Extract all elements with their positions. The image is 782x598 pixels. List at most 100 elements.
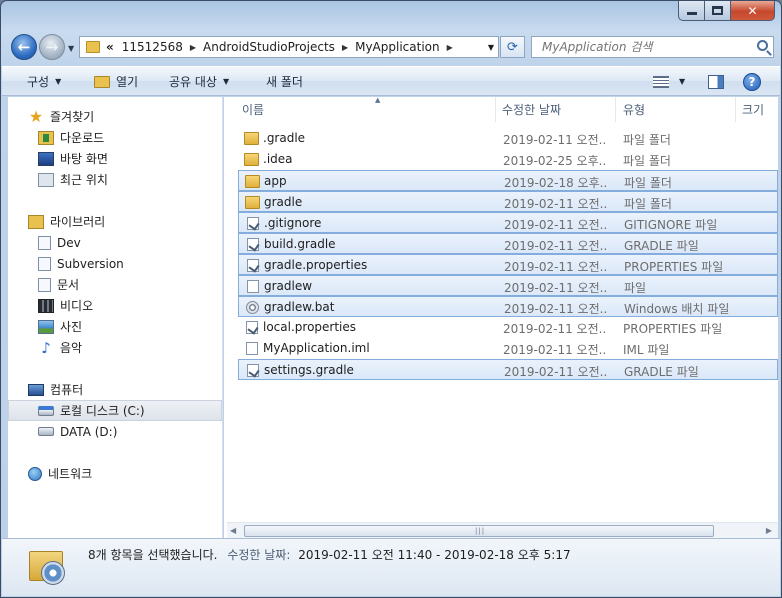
new-folder-button[interactable]: 새 폴더 bbox=[266, 67, 303, 96]
address-bar[interactable]: « 11512568 ▶ AndroidStudioProjects ▶ MyA… bbox=[79, 36, 499, 58]
file-type: 파일 폴더 bbox=[624, 197, 672, 211]
sort-ascending-icon: ▲ bbox=[375, 96, 381, 104]
column-header-date[interactable]: 수정한 날짜 bbox=[496, 97, 616, 122]
nav-label: 라이브러리 bbox=[50, 215, 106, 229]
file-list: 이름 ▲ 수정한 날짜 유형 크기 .gradle 2019-02-11 오전..… bbox=[224, 96, 778, 538]
nav-recent-places[interactable]: 최근 위치 bbox=[38, 169, 252, 190]
file-row[interactable]: build.gradle 2019-02-11 오전... GRADLE 파일 bbox=[238, 233, 778, 254]
nav-downloads[interactable]: 다운로드 bbox=[38, 127, 252, 148]
nav-favorites[interactable]: ★ 즐겨찾기 bbox=[28, 106, 242, 127]
chevron-down-icon: ▼ bbox=[222, 77, 230, 86]
search-icon[interactable] bbox=[757, 40, 768, 51]
file-date: 2019-02-11 오전... bbox=[503, 133, 607, 147]
breadcrumb-item[interactable]: MyApplication bbox=[351, 40, 444, 54]
search-box[interactable] bbox=[531, 36, 774, 58]
address-dropdown-icon[interactable]: ▼ bbox=[488, 43, 494, 52]
column-header-size[interactable]: 크기 bbox=[736, 97, 778, 122]
file-date: 2019-02-11 오전... bbox=[504, 218, 608, 232]
multiple-items-icon bbox=[27, 545, 71, 589]
forward-arrow-icon: → bbox=[45, 38, 59, 56]
scroll-left-icon[interactable]: ◀ bbox=[230, 526, 236, 535]
minimize-button[interactable] bbox=[678, 1, 705, 21]
nav-libraries[interactable]: 라이브러리 bbox=[28, 211, 242, 232]
file-row[interactable]: gradlew 2019-02-11 오전... 파일 bbox=[238, 275, 778, 296]
file-row[interactable]: local.properties 2019-02-11 오전... PROPERTI… bbox=[238, 317, 778, 338]
gradle-icon bbox=[247, 259, 259, 272]
nav-documents[interactable]: 문서 bbox=[38, 274, 252, 295]
file-row[interactable]: settings.gradle 2019-02-11 오전... GRADLE 파일 bbox=[238, 359, 778, 380]
library-icon bbox=[38, 256, 51, 271]
open-button[interactable]: 열기 bbox=[94, 67, 138, 96]
nav-data-disk-d[interactable]: DATA (D:) bbox=[38, 421, 252, 442]
file-type: 파일 폴더 bbox=[624, 176, 672, 190]
nav-dev[interactable]: Dev bbox=[38, 232, 252, 253]
forward-button[interactable]: → bbox=[39, 34, 65, 60]
nav-label: 최근 위치 bbox=[60, 173, 108, 187]
column-label: 크기 bbox=[742, 103, 765, 117]
back-arrow-icon: ← bbox=[17, 38, 31, 56]
file-row[interactable]: .gradle 2019-02-11 오전... 파일 폴더 bbox=[238, 128, 778, 149]
nav-label: 비디오 bbox=[60, 299, 94, 313]
open-label: 열기 bbox=[116, 75, 139, 89]
file-name: settings.gradle bbox=[264, 363, 354, 377]
share-label: 공유 대상 bbox=[169, 75, 217, 89]
close-icon: ✕ bbox=[747, 3, 758, 18]
nav-videos[interactable]: 비디오 bbox=[38, 295, 252, 316]
close-button[interactable]: ✕ bbox=[731, 1, 775, 21]
scroll-right-icon[interactable]: ▶ bbox=[766, 526, 772, 535]
back-button[interactable]: ← bbox=[11, 34, 37, 60]
nav-pictures[interactable]: 사진 bbox=[38, 316, 252, 337]
nav-subversion[interactable]: Subversion bbox=[38, 253, 252, 274]
change-view-button[interactable]: ▼ bbox=[653, 67, 685, 96]
nav-computer[interactable]: 컴퓨터 bbox=[28, 379, 242, 400]
chevron-down-icon: ▼ bbox=[55, 77, 62, 86]
column-header-name[interactable]: 이름 ▲ bbox=[238, 96, 496, 122]
open-folder-icon bbox=[94, 75, 110, 88]
help-icon: ? bbox=[743, 72, 761, 91]
column-label: 유형 bbox=[623, 103, 646, 117]
share-with-button[interactable]: 공유 대상 ▼ bbox=[169, 67, 229, 96]
file-name: gradlew bbox=[264, 279, 313, 293]
breadcrumb-item[interactable]: AndroidStudioProjects bbox=[199, 40, 339, 54]
scrollbar-thumb[interactable]: ||| bbox=[244, 525, 714, 537]
file-row[interactable]: .idea 2019-02-25 오후... 파일 폴더 bbox=[238, 149, 778, 170]
breadcrumb-item[interactable]: 11512568 bbox=[118, 40, 187, 54]
breadcrumb-overflow[interactable]: « bbox=[104, 40, 118, 54]
breadcrumb-separator-icon[interactable]: ▶ bbox=[339, 43, 351, 52]
nav-local-disk-c[interactable]: 로컬 디스크 (C:) bbox=[8, 400, 222, 421]
selection-count: 8개 항목을 선택했습니다. bbox=[88, 548, 218, 562]
help-button[interactable]: ? bbox=[743, 67, 761, 96]
file-date: 2019-02-11 오전... bbox=[504, 260, 608, 274]
file-row[interactable]: gradle 2019-02-11 오전... 파일 폴더 bbox=[238, 191, 778, 212]
organize-label: 구성 bbox=[27, 75, 50, 89]
file-date: 2019-02-11 오전... bbox=[503, 343, 607, 357]
file-row[interactable]: .gitignore 2019-02-11 오전... GITIGNORE 파일 bbox=[238, 212, 778, 233]
breadcrumb-separator-icon[interactable]: ▶ bbox=[444, 43, 456, 52]
file-name: .idea bbox=[263, 152, 293, 166]
file-row[interactable]: MyApplication.iml 2019-02-11 오전... IML 파일 bbox=[238, 338, 778, 359]
file-date: 2019-02-11 오전... bbox=[504, 365, 608, 379]
chevron-down-icon: ▼ bbox=[679, 77, 686, 86]
file-row[interactable]: gradlew.bat 2019-02-11 오전... Windows 배치 파일 bbox=[238, 296, 778, 317]
file-type: GRADLE 파일 bbox=[624, 365, 699, 379]
nav-label: 다운로드 bbox=[60, 131, 105, 145]
horizontal-scrollbar[interactable]: ◀ ||| ▶ bbox=[227, 522, 778, 538]
file-type: IML 파일 bbox=[623, 343, 670, 357]
caption-buttons: ✕ bbox=[678, 1, 775, 21]
preview-pane-button[interactable] bbox=[708, 67, 724, 96]
nav-music[interactable]: ♪ 음악 bbox=[38, 337, 252, 358]
maximize-button[interactable] bbox=[705, 1, 731, 21]
search-input[interactable] bbox=[542, 40, 752, 54]
nav-label: 로컬 디스크 (C:) bbox=[60, 404, 145, 418]
file-row[interactable]: app 2019-02-18 오후... 파일 폴더 bbox=[238, 170, 778, 191]
nav-desktop[interactable]: 바탕 화면 bbox=[38, 148, 252, 169]
nav-network[interactable]: 네트워크 bbox=[28, 463, 242, 484]
libraries-icon bbox=[28, 214, 44, 229]
organize-button[interactable]: 구성 ▼ bbox=[27, 67, 61, 96]
breadcrumb-separator-icon[interactable]: ▶ bbox=[187, 43, 199, 52]
recent-pages-dropdown[interactable]: ▼ bbox=[68, 44, 74, 53]
column-header-type[interactable]: 유형 bbox=[616, 97, 736, 122]
file-type: PROPERTIES 파일 bbox=[624, 260, 724, 274]
refresh-button[interactable]: ⟳ bbox=[500, 36, 525, 58]
file-row[interactable]: gradle.properties 2019-02-11 오전... PROPERT… bbox=[238, 254, 778, 275]
